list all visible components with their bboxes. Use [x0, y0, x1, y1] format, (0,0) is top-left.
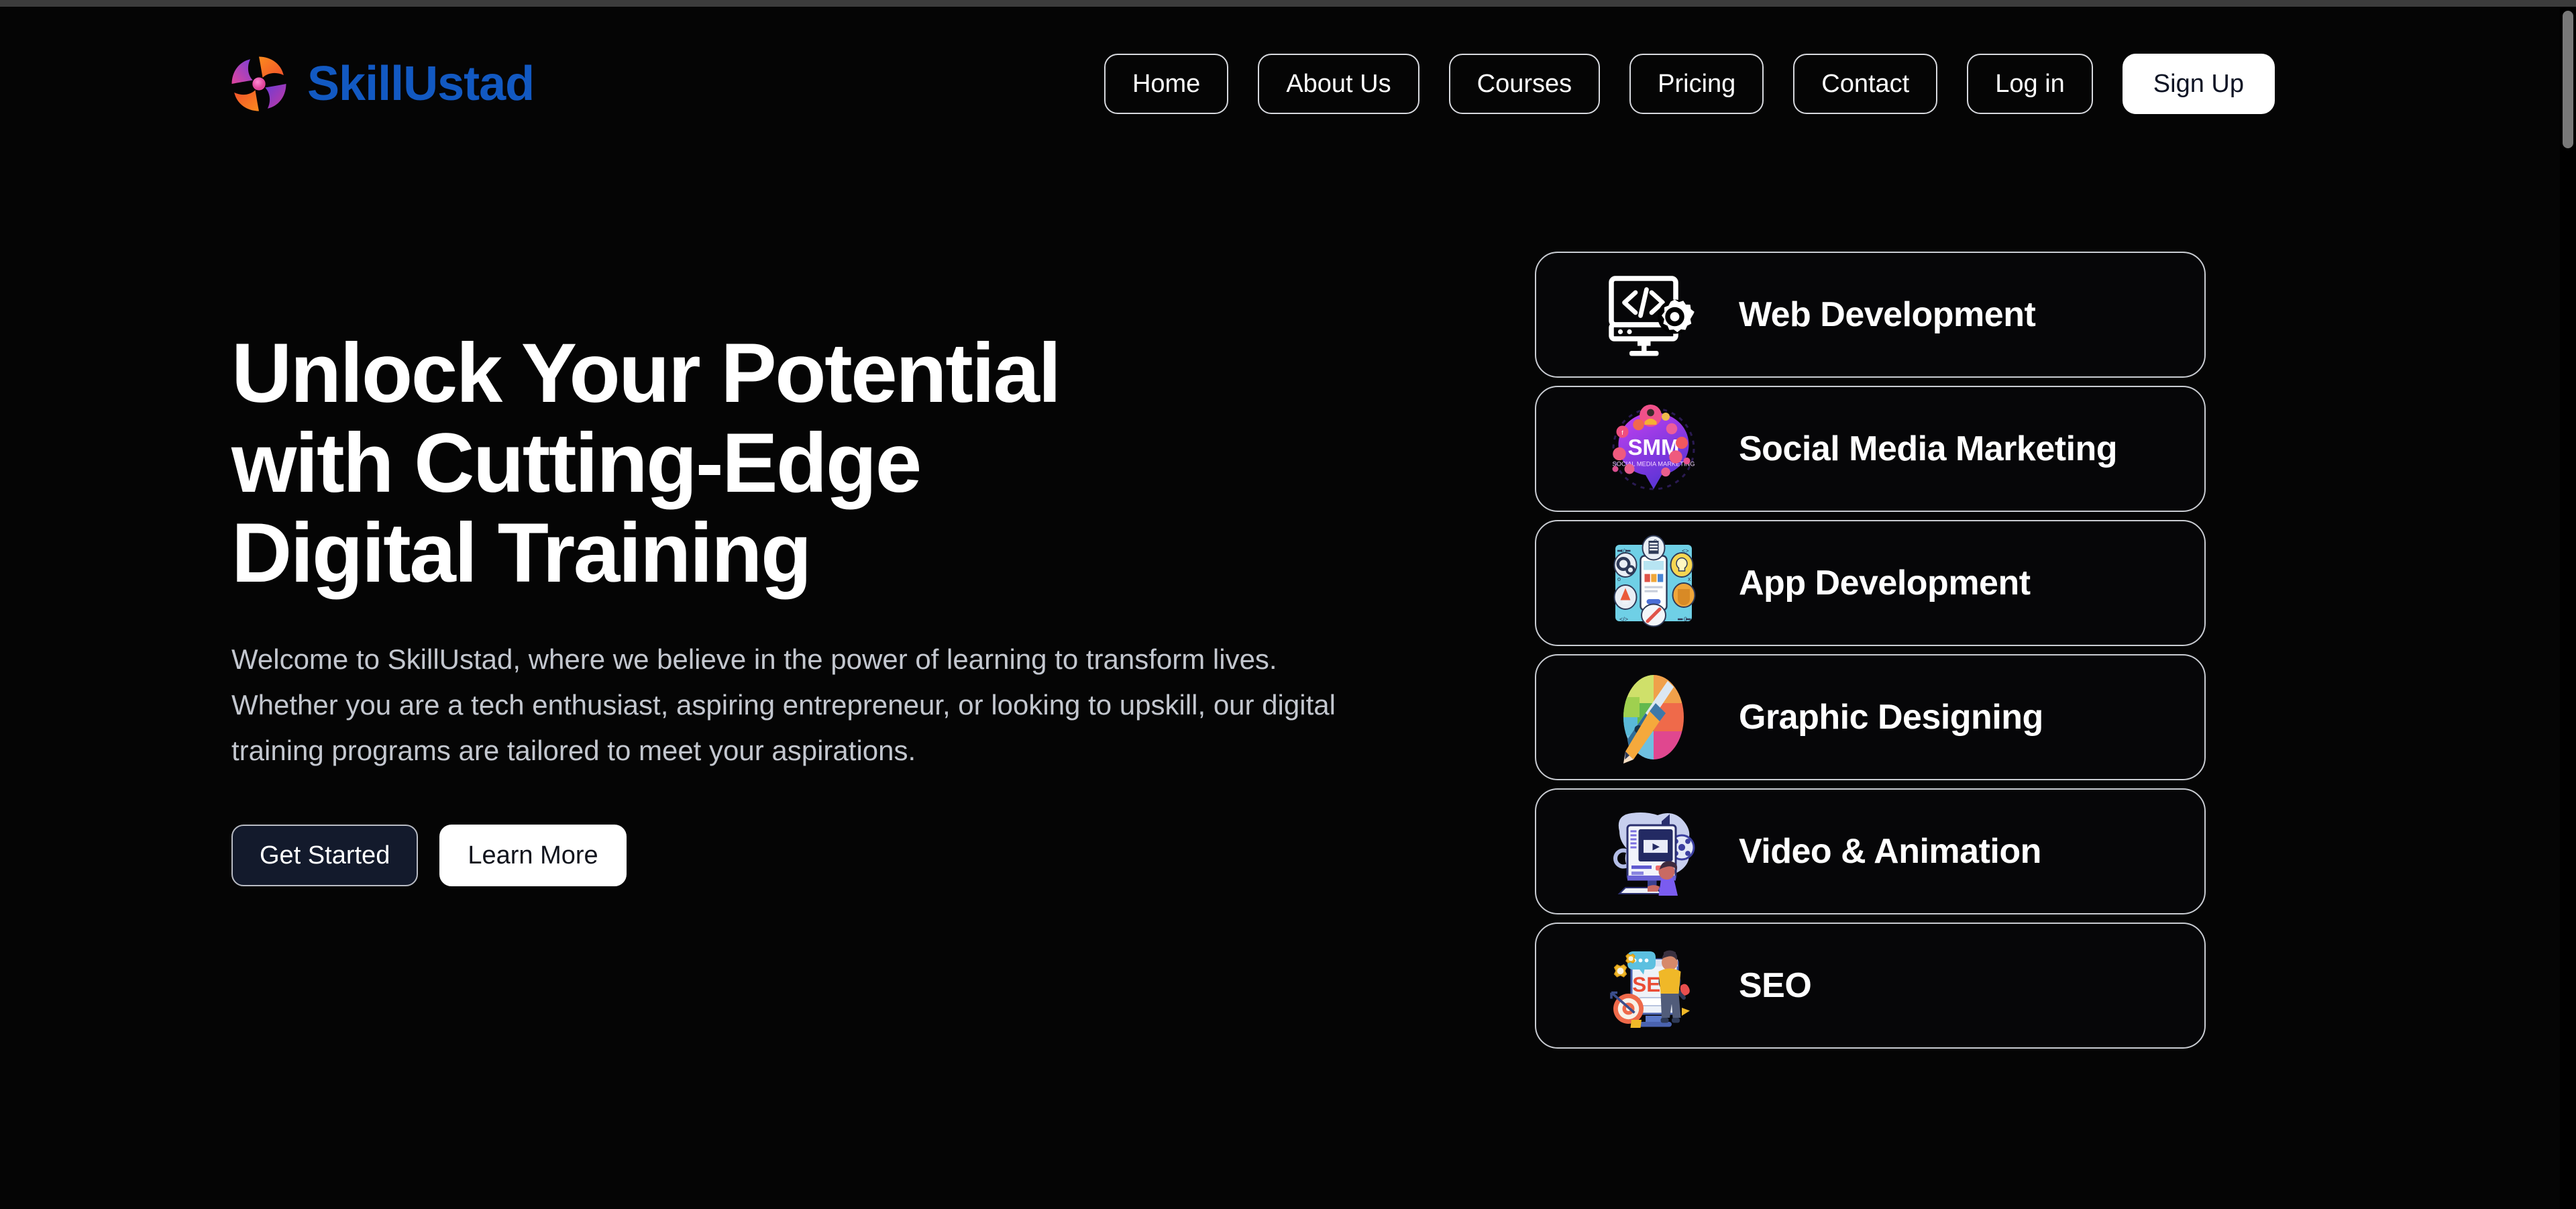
service-card-app-development[interactable]: </> <> </> 0 ox o App Development — [1535, 520, 2206, 646]
site-header: SkillUstad Home About Us Courses Pricing… — [0, 7, 2560, 161]
browser-chrome-strip — [0, 0, 2576, 7]
hero-title-line-2: with Cutting-Edge — [231, 416, 922, 510]
hero-title-line-3: Digital Training — [231, 506, 812, 600]
svg-text:o: o — [1654, 537, 1657, 544]
get-started-button[interactable]: Get Started — [231, 825, 419, 887]
service-card-graphic-designing[interactable]: Graphic Designing — [1535, 654, 2206, 780]
nav-item-pricing[interactable]: Pricing — [1629, 54, 1764, 114]
browser-viewport: SkillUstad Home About Us Courses Pricing… — [0, 0, 2576, 1209]
service-label: Graphic Designing — [1739, 698, 2043, 737]
nav-item-contact[interactable]: Contact — [1793, 54, 1938, 114]
service-label: Video & Animation — [1739, 832, 2041, 871]
svg-text:SOCIAL MEDIA MARKETING: SOCIAL MEDIA MARKETING — [1613, 461, 1695, 468]
code-monitor-gear-icon — [1603, 264, 1704, 365]
mobile-app-icon: </> <> </> 0 ox o — [1603, 533, 1704, 633]
smm-speech-bubble-icon: SMM SOCIAL MEDIA MARKETING f — [1603, 399, 1704, 499]
hero-title-line-1: Unlock Your Potential — [231, 327, 1061, 420]
page-title: Unlock Your Potential with Cutting-Edge … — [231, 329, 1305, 598]
primary-navigation: Home About Us Courses Pricing Contact Lo… — [1104, 54, 2520, 114]
svg-text:</>: </> — [1619, 616, 1628, 623]
scrollbar-thumb[interactable] — [2563, 11, 2573, 148]
nav-item-log-in[interactable]: Log in — [1967, 54, 2093, 114]
service-card-list: Web Development SMM SOCIAL MEDIA MARKETI… — [1535, 252, 2206, 1049]
video-editing-icon — [1603, 801, 1704, 902]
nav-item-about-us[interactable]: About Us — [1258, 54, 1419, 114]
brand-logo[interactable]: SkillUstad — [228, 47, 535, 121]
service-card-social-media-marketing[interactable]: SMM SOCIAL MEDIA MARKETING f Social Medi… — [1535, 386, 2206, 512]
page-surface: SkillUstad Home About Us Courses Pricing… — [0, 7, 2560, 1209]
hero-paragraph: Welcome to SkillUstad, where we believe … — [231, 643, 1336, 767]
hero-copy: Unlock Your Potential with Cutting-Edge … — [0, 161, 1409, 887]
nav-item-home[interactable]: Home — [1104, 54, 1229, 114]
skillustad-swirl-icon — [228, 53, 290, 115]
vertical-scrollbar[interactable] — [2560, 7, 2576, 1209]
service-card-web-development[interactable]: Web Development — [1535, 252, 2206, 378]
learn-more-button[interactable]: Learn More — [439, 825, 627, 887]
service-label: App Development — [1739, 564, 2031, 602]
nav-item-courses[interactable]: Courses — [1448, 54, 1601, 114]
hero-action-row: Get Started Learn More — [231, 825, 1409, 887]
service-label: Social Media Marketing — [1739, 429, 2118, 468]
svg-text:o: o — [1617, 576, 1621, 582]
brand-name: SkillUstad — [307, 57, 535, 111]
service-label: Web Development — [1739, 295, 2036, 334]
service-label: SEO — [1739, 966, 1812, 1005]
service-card-video-animation[interactable]: Video & Animation — [1535, 788, 2206, 914]
service-card-seo[interactable]: SEO SEO — [1535, 923, 2206, 1049]
nav-item-sign-up[interactable]: Sign Up — [2122, 54, 2275, 114]
svg-text:x: x — [1688, 576, 1691, 582]
hero-section: Unlock Your Potential with Cutting-Edge … — [0, 161, 2560, 1209]
color-wheel-pen-pencil-icon — [1603, 667, 1704, 768]
svg-text:<>: <> — [1682, 547, 1689, 554]
seo-magnifier-icon: SEO — [1603, 935, 1704, 1036]
